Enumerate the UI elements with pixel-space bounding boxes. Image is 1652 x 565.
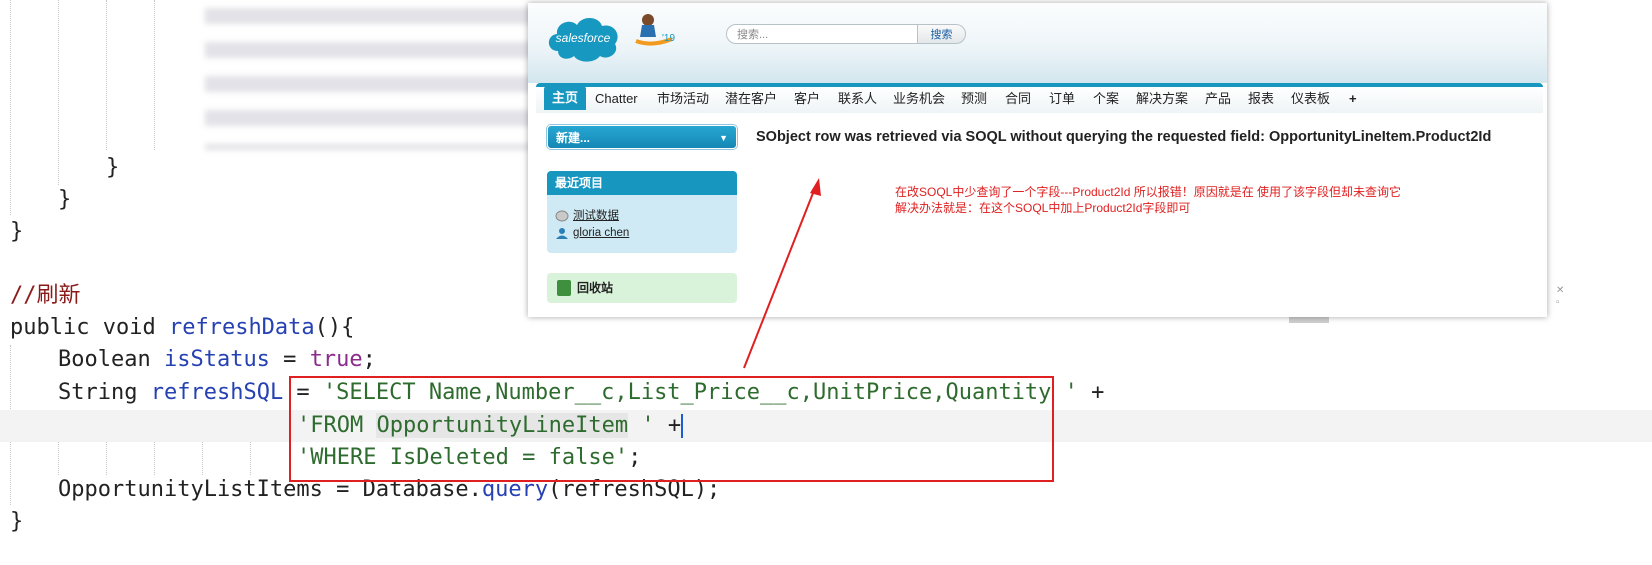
recent-items-header: 最近项目 bbox=[547, 171, 737, 195]
annotation-note: 在改SOQL中少查询了一个字段---Product2Id 所以报错！原因就是在 … bbox=[895, 184, 1401, 216]
salesforce-header bbox=[528, 3, 1547, 83]
tab-bar: 主页 Chatter 市场活动 潜在客户 客户 联系人 业务机会 预测 合同 订… bbox=[536, 83, 1543, 113]
indent-guide bbox=[10, 0, 12, 215]
annotation-line-2: 解决办法就是：在这个SOQL中加上Product2Id字段即可 bbox=[895, 201, 1191, 215]
code-brace-end: } bbox=[10, 509, 24, 534]
blurred-code-region bbox=[205, 0, 565, 150]
recycle-bin-icon bbox=[557, 280, 571, 296]
annotation-line-1: 在改SOQL中少查询了一个字段---Product2Id 所以报错！原因就是在 … bbox=[895, 185, 1402, 199]
indent-guide bbox=[106, 0, 108, 150]
tab-home[interactable]: 主页 bbox=[544, 86, 587, 110]
mascot-icon: '19 bbox=[635, 14, 675, 46]
code-brace-mid: } bbox=[58, 187, 72, 212]
recycle-bin-link[interactable]: 回收站 bbox=[547, 273, 737, 303]
search-input[interactable]: 搜索... bbox=[726, 24, 918, 44]
tab-products[interactable]: 产品 bbox=[1205, 87, 1231, 111]
new-record-dropdown[interactable]: 新建... ▼ bbox=[547, 125, 737, 149]
tab-cases[interactable]: 个案 bbox=[1093, 87, 1119, 111]
recent-item[interactable]: 测试数据 bbox=[555, 207, 619, 223]
svg-text:salesforce: salesforce bbox=[556, 31, 611, 45]
search-button[interactable]: 搜索 bbox=[918, 24, 966, 44]
tab-accounts[interactable]: 客户 bbox=[794, 87, 820, 111]
chevron-down-icon: ▼ bbox=[719, 133, 728, 143]
tab-more-plus-icon[interactable]: + bbox=[1349, 87, 1357, 111]
tab-chatter[interactable]: Chatter bbox=[595, 87, 638, 111]
indent-guide bbox=[58, 0, 60, 185]
tab-orders[interactable]: 订单 bbox=[1049, 87, 1075, 111]
sql-highlight-box bbox=[289, 376, 1054, 482]
salesforce-logo[interactable]: salesforce bbox=[544, 11, 622, 63]
tab-reports[interactable]: 报表 bbox=[1248, 87, 1274, 111]
indent-guide bbox=[154, 0, 156, 150]
code-method-declaration: public void refreshData(){ bbox=[10, 315, 355, 340]
close-icon[interactable]: ✕ ▫ bbox=[1556, 285, 1564, 309]
record-icon bbox=[555, 210, 569, 222]
tab-solutions[interactable]: 解决方案 bbox=[1136, 87, 1188, 111]
error-message: SObject row was retrieved via SOQL witho… bbox=[756, 129, 1492, 145]
recent-item[interactable]: gloria chen bbox=[555, 227, 629, 239]
contact-icon bbox=[556, 228, 568, 239]
recent-items-list: 测试数据 gloria chen bbox=[547, 195, 737, 253]
salesforce-window: salesforce '19 搜索... 搜索 主页 Chatter 市场活动 … bbox=[528, 3, 1547, 317]
tab-contacts[interactable]: 联系人 bbox=[838, 87, 877, 111]
code-comment: //刷新 bbox=[10, 283, 81, 308]
tab-forecasts[interactable]: 预测 bbox=[961, 87, 987, 111]
tab-dashboards[interactable]: 仪表板 bbox=[1291, 87, 1330, 111]
svg-text:'19: '19 bbox=[662, 33, 675, 44]
code-brace-outer: } bbox=[10, 219, 24, 244]
code-boolean-line: Boolean isStatus = true; bbox=[58, 347, 376, 372]
code-brace-inner: } bbox=[106, 155, 120, 180]
tab-campaigns[interactable]: 市场活动 bbox=[657, 87, 709, 111]
tab-opportunities[interactable]: 业务机会 bbox=[893, 87, 945, 111]
tab-contracts[interactable]: 合同 bbox=[1005, 87, 1031, 111]
tab-leads[interactable]: 潜在客户 bbox=[725, 87, 777, 111]
